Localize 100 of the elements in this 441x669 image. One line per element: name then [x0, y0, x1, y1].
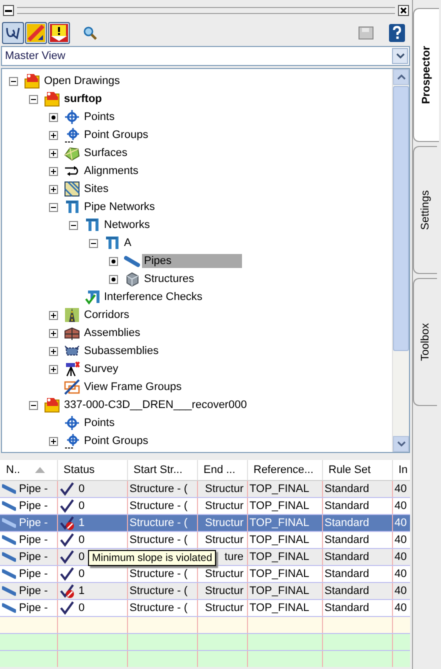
table-cell: 40: [394, 517, 407, 529]
pencil-icon: [27, 24, 45, 42]
table-cell: Standard: [324, 517, 370, 529]
chevron-down-icon: [396, 53, 404, 59]
table-cell: 40: [394, 483, 407, 495]
expand-icon[interactable]: [49, 364, 58, 374]
warning-button[interactable]: [48, 22, 70, 44]
toggle-button[interactable]: [2, 22, 24, 44]
table-cell: 0: [78, 568, 85, 580]
table-cell: Pipe -: [19, 551, 48, 563]
table-cell: Pipe -: [19, 500, 48, 512]
search-icon[interactable]: [83, 26, 97, 40]
help-icon[interactable]: [389, 24, 405, 42]
crosshair-icon: [64, 109, 80, 125]
table-row[interactable]: Pipe - 1 Structure - ( Structur TOP_FINAL Standard 40: [0, 514, 410, 532]
table-cell: TOP_FINAL: [250, 568, 310, 580]
tree-item[interactable]: Points: [82, 416, 117, 430]
expand-icon[interactable]: [49, 130, 58, 140]
expand-icon[interactable]: [49, 148, 58, 158]
close-icon[interactable]: [398, 4, 409, 16]
tree-item[interactable]: Corridors: [82, 308, 132, 322]
node-toggle-icon[interactable]: [49, 112, 58, 122]
side-tab[interactable]: Toolbox: [413, 278, 437, 406]
crosshair-icon: [64, 127, 80, 143]
pipe-icon: [2, 518, 16, 528]
tooltip: Minimum slope is violated: [88, 550, 216, 566]
expand-icon[interactable]: [49, 436, 58, 446]
table-cell: 40: [394, 602, 407, 614]
expand-icon[interactable]: [49, 166, 58, 176]
collapse-icon[interactable]: [69, 220, 78, 230]
arrows-icon: [64, 163, 80, 179]
column-header[interactable]: Status: [57, 460, 127, 480]
tree-item[interactable]: Alignments: [82, 164, 140, 178]
tree-item[interactable]: Point Groups: [82, 434, 150, 448]
column-header[interactable]: End ...: [197, 460, 247, 480]
column-header[interactable]: Rule Set: [322, 460, 392, 480]
sort-arrow-icon: [34, 467, 44, 473]
save-icon[interactable]: [358, 25, 374, 41]
collapse-icon[interactable]: [29, 400, 38, 410]
tree-item[interactable]: Structures: [142, 272, 196, 286]
tree-item[interactable]: Pipe Networks: [82, 200, 157, 214]
expand-icon[interactable]: [49, 346, 58, 356]
collapse-icon[interactable]: [89, 238, 98, 248]
tree-item[interactable]: Networks: [102, 218, 152, 232]
table-cell: Pipe -: [19, 517, 48, 529]
side-tab[interactable]: Prospector: [413, 8, 439, 142]
table-cell: Structur: [204, 500, 244, 512]
table-cell: 0: [78, 534, 85, 546]
tree-item[interactable]: View Frame Groups: [82, 380, 184, 394]
table-cell: Standard: [324, 500, 370, 512]
expand-icon[interactable]: [49, 184, 58, 194]
crosshair-icon: [64, 415, 80, 431]
cube-icon: [124, 271, 140, 287]
table-cell: Standard: [324, 568, 370, 580]
tree-item[interactable]: Open Drawings: [42, 74, 122, 88]
minimize-icon[interactable]: [3, 4, 14, 16]
tree-item[interactable]: Survey: [82, 362, 120, 376]
node-toggle-icon[interactable]: [109, 256, 118, 266]
expand-icon[interactable]: [49, 310, 58, 320]
tree-item[interactable]: Assemblies: [82, 326, 142, 340]
column-header[interactable]: N..: [0, 460, 57, 480]
collapse-icon[interactable]: [49, 202, 58, 212]
table-cell: Structur: [204, 568, 244, 580]
table-row[interactable]: Pipe - 1 Structure - ( Structur TOP_FINAL Standard 40: [0, 582, 410, 600]
column-header[interactable]: In: [392, 460, 410, 480]
table-cell: 0: [78, 483, 85, 495]
node-toggle-icon[interactable]: [109, 274, 118, 284]
pipe-network-icon: [64, 199, 80, 215]
scrollbar[interactable]: [392, 69, 409, 452]
scroll-up-icon[interactable]: [396, 74, 406, 80]
tree-item[interactable]: Pipes: [142, 254, 242, 268]
crosshair-icon: [64, 433, 80, 449]
tree-item[interactable]: Surfaces: [82, 146, 130, 160]
view-dropdown[interactable]: Master View: [1, 46, 410, 66]
tree-item[interactable]: A: [122, 236, 134, 250]
column-header[interactable]: Reference...: [247, 460, 322, 480]
column-header[interactable]: Start Str...: [127, 460, 197, 480]
collapse-icon[interactable]: [29, 94, 38, 104]
table-cell: 40: [394, 568, 407, 580]
table-cell: Standard: [324, 551, 370, 563]
tree-item[interactable]: 337-000-C3D__DREN___recover000: [62, 398, 249, 412]
edit-button[interactable]: [25, 22, 47, 44]
pipe-network-icon: [84, 217, 100, 233]
expand-icon[interactable]: [49, 328, 58, 338]
side-tab[interactable]: Settings: [413, 146, 437, 274]
table-cell: 0: [78, 500, 85, 512]
pipe-icon: [124, 253, 140, 269]
scroll-down-icon[interactable]: [396, 441, 406, 447]
table-cell: Pipe -: [19, 568, 48, 580]
tree-item[interactable]: Subassemblies: [82, 344, 161, 358]
collapse-icon[interactable]: [9, 76, 18, 86]
pipe-icon: [2, 569, 16, 579]
tree-item[interactable]: surftop: [62, 92, 104, 106]
table-cell: 40: [394, 534, 407, 546]
tree-item[interactable]: Points: [82, 110, 117, 124]
tree-item[interactable]: Interference Checks: [102, 290, 204, 304]
tree-item[interactable]: Point Groups: [82, 128, 150, 142]
map-icon: [64, 181, 80, 197]
tree-item[interactable]: Sites: [82, 182, 110, 196]
table-row[interactable]: Pipe - 0 Structure - ( Structur TOP_FINAL Standard 40: [0, 480, 410, 498]
